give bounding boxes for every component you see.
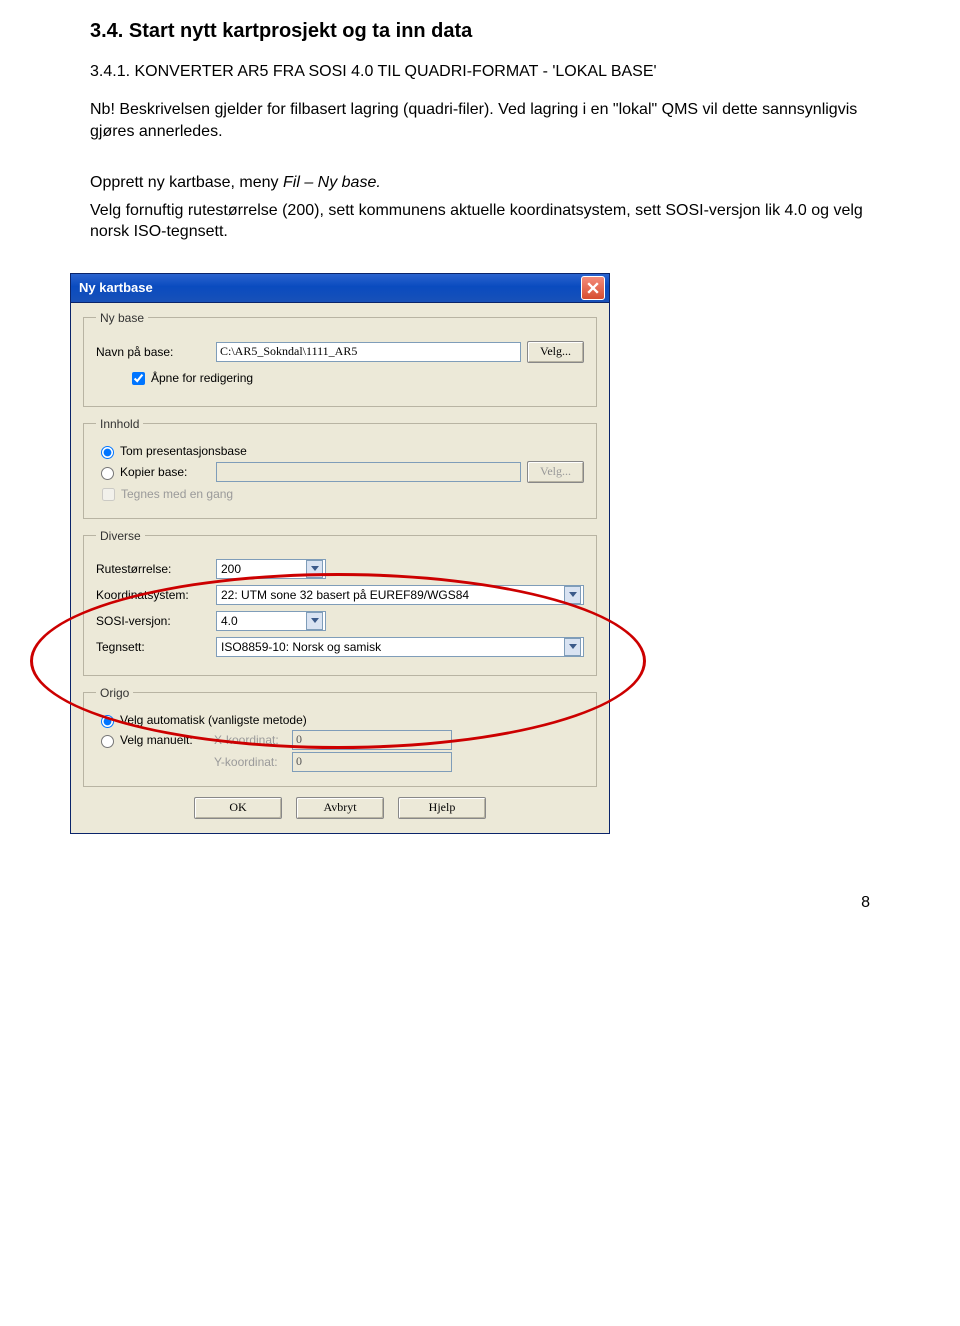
radio-man-label: Velg manuelt: bbox=[120, 733, 193, 747]
select-rutestorrelse[interactable]: 200 bbox=[216, 559, 326, 579]
radio-kopier-label: Kopier base: bbox=[120, 465, 187, 479]
close-icon[interactable] bbox=[581, 276, 605, 300]
select-tegnsett[interactable]: ISO8859-10: Norsk og samisk bbox=[216, 637, 584, 657]
radio-man-input[interactable] bbox=[101, 735, 114, 748]
label-tegnsett: Tegnsett: bbox=[96, 640, 216, 654]
input-navn-pa-base[interactable] bbox=[216, 342, 521, 362]
select-koordinatsystem-value: 22: UTM sone 32 basert på EUREF89/WGS84 bbox=[221, 588, 564, 602]
checkbox-tegnes-label: Tegnes med en gang bbox=[121, 487, 233, 501]
checkbox-tegnes: Tegnes med en gang bbox=[98, 485, 233, 504]
radio-kopier-input[interactable] bbox=[101, 467, 114, 480]
radio-velg-manuelt[interactable]: Velg manuelt: bbox=[96, 732, 214, 748]
help-button[interactable]: Hjelp bbox=[398, 797, 486, 819]
radio-velg-automatisk[interactable]: Velg automatisk (vanligste metode) bbox=[96, 712, 307, 728]
select-tegnsett-value: ISO8859-10: Norsk og samisk bbox=[221, 640, 564, 654]
cancel-button[interactable]: Avbryt bbox=[296, 797, 384, 819]
paragraph-instruction-1: Opprett ny kartbase, meny Fil – Ny base. bbox=[90, 172, 870, 194]
label-y-koordinat: Y-koordinat: bbox=[214, 755, 292, 769]
radio-kopier-base[interactable]: Kopier base: bbox=[96, 464, 216, 480]
input-kopier-base bbox=[216, 462, 521, 482]
velg-base-button[interactable]: Velg... bbox=[527, 341, 584, 363]
radio-tom-presentasjonsbase[interactable]: Tom presentasjonsbase bbox=[96, 443, 247, 459]
legend-origo: Origo bbox=[96, 686, 133, 700]
dialog-titlebar[interactable]: Ny kartbase bbox=[71, 274, 609, 303]
page-number: 8 bbox=[0, 834, 960, 932]
ok-button[interactable]: OK bbox=[194, 797, 282, 819]
group-ny-base: Ny base Navn på base: Velg... Åpne for r… bbox=[83, 311, 597, 407]
section-heading: 3.4. Start nytt kartprosjekt og ta inn d… bbox=[90, 20, 870, 43]
legend-diverse: Diverse bbox=[96, 529, 145, 543]
label-sosi-versjon: SOSI-versjon: bbox=[96, 614, 216, 628]
input-y-koordinat bbox=[292, 752, 452, 772]
group-diverse: Diverse Rutestørrelse: 200 Koordinatsyst… bbox=[83, 529, 597, 676]
chevron-down-icon[interactable] bbox=[306, 612, 323, 630]
dialog-title: Ny kartbase bbox=[79, 280, 153, 295]
legend-innhold: Innhold bbox=[96, 417, 143, 431]
radio-tom-label: Tom presentasjonsbase bbox=[120, 444, 247, 458]
checkbox-apne-redigering[interactable]: Åpne for redigering bbox=[128, 369, 253, 388]
chevron-down-icon[interactable] bbox=[564, 638, 581, 656]
dialog-ny-kartbase: Ny kartbase Ny base Navn på base: Velg..… bbox=[70, 273, 610, 834]
group-origo: Origo Velg automatisk (vanligste metode)… bbox=[83, 686, 597, 787]
label-navn-pa-base: Navn på base: bbox=[96, 345, 216, 359]
radio-auto-label: Velg automatisk (vanligste metode) bbox=[120, 713, 307, 727]
legend-ny-base: Ny base bbox=[96, 311, 148, 325]
select-sosi-versjon[interactable]: 4.0 bbox=[216, 611, 326, 631]
radio-tom-input[interactable] bbox=[101, 446, 114, 459]
label-koordinatsystem: Koordinatsystem: bbox=[96, 588, 216, 602]
label-rutestorrelse: Rutestørrelse: bbox=[96, 562, 216, 576]
checkbox-apne-label: Åpne for redigering bbox=[151, 371, 253, 385]
select-rutestorrelse-value: 200 bbox=[221, 562, 306, 576]
velg-kopier-button: Velg... bbox=[527, 461, 584, 483]
checkbox-apne-input[interactable] bbox=[132, 372, 145, 385]
chevron-down-icon[interactable] bbox=[306, 560, 323, 578]
group-innhold: Innhold Tom presentasjonsbase Kopier bas… bbox=[83, 417, 597, 519]
label-x-koordinat: X-koordinat: bbox=[214, 733, 292, 747]
select-koordinatsystem[interactable]: 22: UTM sone 32 basert på EUREF89/WGS84 bbox=[216, 585, 584, 605]
checkbox-tegnes-input bbox=[102, 488, 115, 501]
chevron-down-icon[interactable] bbox=[564, 586, 581, 604]
radio-auto-input[interactable] bbox=[101, 715, 114, 728]
paragraph-instruction-2: Velg fornuftig rutestørrelse (200), sett… bbox=[90, 200, 870, 243]
select-sosi-versjon-value: 4.0 bbox=[221, 614, 306, 628]
input-x-koordinat bbox=[292, 730, 452, 750]
subsection-heading: 3.4.1. KONVERTER AR5 FRA SOSI 4.0 TIL QU… bbox=[90, 63, 870, 81]
paragraph-note: Nb! Beskrivelsen gjelder for filbasert l… bbox=[90, 99, 870, 142]
